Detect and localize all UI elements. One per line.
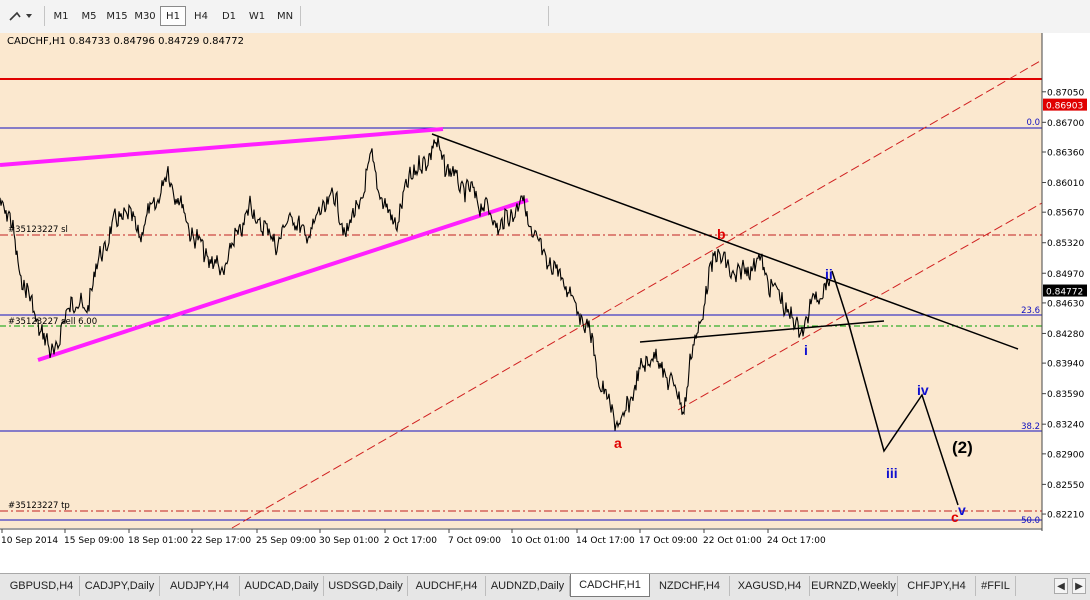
timeframe-d1-button[interactable]: D1 [216,6,242,26]
timeframe-h1-button[interactable]: H1 [160,6,186,26]
wave-label-a: a [614,435,622,451]
sell-order-label: #35123227 sell 6.00 [8,317,97,327]
timeframe-toolbar: M1 M5 M15 M30 H1 H4 D1 W1 MN [0,0,1090,34]
y-tick-label: 0.84630 [1047,299,1084,309]
x-tick-label: 2 Oct 17:00 [384,536,437,546]
wave-label-degree: (2) [952,438,973,457]
tab-audcad-daily[interactable]: AUDCAD,Daily [240,576,324,596]
resistance-price-label: 0.86903 [1046,102,1083,112]
tab-usdsgd-daily[interactable]: USDSGD,Daily [324,576,408,596]
x-tick-label: 10 Sep 2014 [1,536,58,546]
x-tick-label: 17 Oct 09:00 [639,536,698,546]
y-tick-label: 0.86010 [1047,179,1084,189]
fib-label: 0.0 [1026,118,1040,128]
stop-loss-label: #35123227 sl [8,225,68,235]
current-price-label: 0.84772 [1046,288,1083,298]
y-tick-label: 0.85670 [1047,209,1084,219]
x-tick-label: 24 Oct 17:00 [767,536,826,546]
y-tick-label: 0.83940 [1047,360,1084,370]
y-tick-label: 0.86700 [1047,119,1084,129]
wave-label-v: v [958,502,966,518]
wave-label-ii: ii [825,266,833,282]
y-tick-label: 0.84970 [1047,270,1084,280]
x-tick-label: 22 Oct 01:00 [703,536,762,546]
tab-scroll-left-icon[interactable]: ◀ [1054,578,1068,594]
plot-area [0,33,1042,528]
timeframe-w1-button[interactable]: W1 [244,6,270,26]
timeframe-m5-button[interactable]: M5 [76,6,102,26]
tab-xagusd-h4[interactable]: XAGUSD,H4 [730,576,810,596]
fib-label: 38.2 [1021,422,1040,432]
tab-eurnzd-weekly[interactable]: EURNZD,Weekly [810,576,898,596]
timeframe-mn-button[interactable]: MN [272,6,298,26]
tab-nzdchf-h4[interactable]: NZDCHF,H4 [650,576,730,596]
y-tick-label: 0.82210 [1047,511,1084,521]
tab-chfjpy-h4[interactable]: CHFJPY,H4 [898,576,976,596]
y-tick-label: 0.87050 [1047,88,1084,98]
toolbar-separator [548,6,549,26]
x-tick-label: 7 Oct 09:00 [448,536,501,546]
y-tick-label: 0.83240 [1047,421,1084,431]
fib-label: 50.0 [1021,516,1040,526]
y-tick-label: 0.83590 [1047,390,1084,400]
fib-label: 23.6 [1021,306,1040,316]
symbol-tabs: GBPUSD,H4 CADJPY,Daily AUDJPY,H4 AUDCAD,Dai… [0,573,1090,600]
x-tick-label: 30 Sep 01:00 [319,536,379,546]
toolbar-separator [44,6,45,26]
timeframe-m1-button[interactable]: M1 [48,6,74,26]
tab-scroll-right-icon[interactable]: ▶ [1072,578,1086,594]
wave-label-iii: iii [886,465,898,481]
y-axis: 0.87050 0.86700 0.86360 0.86010 0.85670 0.853… [1042,88,1084,521]
wave-label-i: i [804,342,808,358]
y-tick-label: 0.82900 [1047,450,1084,460]
take-profit-label: #35123227 tp [8,501,70,511]
line-tool-icon[interactable] [4,6,38,26]
x-tick-label: 25 Sep 09:00 [256,536,316,546]
line-tool-glyph [9,11,32,21]
tab-gbpusd-h4[interactable]: GBPUSD,H4 [4,576,80,596]
tab-cadjpy-daily[interactable]: CADJPY,Daily [80,576,160,596]
y-tick-label: 0.82550 [1047,481,1084,491]
tab-ffil[interactable]: #FFIL [976,576,1016,596]
tab-audjpy-h4[interactable]: AUDJPY,H4 [160,576,240,596]
tab-audchf-h4[interactable]: AUDCHF,H4 [408,576,486,596]
tab-audnzd-daily[interactable]: AUDNZD,Daily [486,576,570,596]
price-chart[interactable]: 0.87050 0.86700 0.86360 0.86010 0.85670 0.853… [0,33,1090,573]
timeframe-m15-button[interactable]: M15 [104,6,130,26]
tab-scroll: ◀ ▶ [1054,578,1086,594]
tab-cadchf-h1[interactable]: CADCHF,H1 [570,574,650,597]
x-tick-label: 15 Sep 09:00 [64,536,124,546]
y-tick-label: 0.86360 [1047,148,1084,158]
y-tick-label: 0.84280 [1047,330,1084,340]
x-tick-label: 14 Oct 17:00 [576,536,635,546]
x-tick-label: 22 Sep 17:00 [191,536,251,546]
y-tick-label: 0.85320 [1047,239,1084,249]
wave-label-b: b [717,226,726,242]
x-tick-label: 18 Sep 01:00 [128,536,188,546]
wave-label-iv: iv [917,382,929,398]
x-tick-label: 10 Oct 01:00 [511,536,570,546]
toolbar-separator [300,6,301,26]
chart-header: CADCHF,H1 0.84733 0.84796 0.84729 0.8477… [7,36,244,47]
timeframe-m30-button[interactable]: M30 [132,6,158,26]
timeframe-h4-button[interactable]: H4 [188,6,214,26]
